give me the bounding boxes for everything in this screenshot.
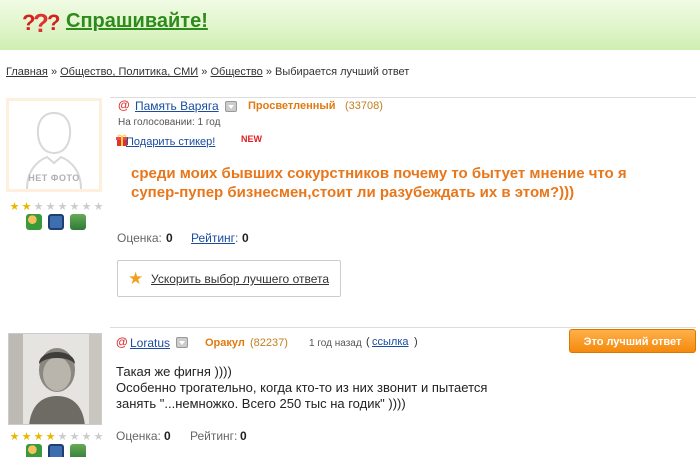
breadcrumb-link-society[interactable]: Общество	[210, 66, 262, 78]
user-profile-icon[interactable]	[26, 214, 42, 230]
answer-text-line: Такая же фигня ))))	[116, 364, 232, 379]
star-icon: ★	[69, 431, 80, 443]
star-icon: ★	[33, 431, 44, 443]
question-block: НЕТ ФОТО ★ ★ ★ ★ ★ ★ ★ ★ @ Память Варяга Просве…	[0, 92, 700, 314]
breadcrumb-separator: »	[265, 66, 272, 78]
answer-permalink[interactable]: ссылка	[372, 336, 409, 348]
star-icon: ★	[33, 201, 44, 213]
avatar-no-photo[interactable]: НЕТ ФОТО	[6, 98, 102, 192]
breadcrumb-separator: »	[201, 66, 208, 78]
paren-open: (	[366, 336, 370, 348]
answer-author-dropdown-icon[interactable]	[176, 337, 188, 348]
answer-rating-label: Рейтинг:	[190, 429, 238, 443]
answer-text: Такая же фигня )))) Особенно трогательно…	[116, 364, 556, 412]
star-icon: ★	[128, 269, 144, 288]
camera-icon[interactable]	[48, 444, 64, 457]
answer-author-rating-stars: ★ ★ ★ ★ ★ ★ ★ ★	[9, 432, 104, 443]
breadcrumb-separator: »	[50, 66, 58, 78]
divider	[110, 327, 696, 328]
user-rating-stars: ★ ★ ★ ★ ★ ★ ★ ★	[9, 202, 104, 213]
header-bar: ? ? ? Спрашивайте!	[0, 0, 700, 50]
no-photo-label: НЕТ ФОТО	[28, 173, 80, 183]
at-icon: @	[116, 335, 128, 349]
video-icon[interactable]	[70, 214, 86, 230]
user-icons-row	[26, 214, 86, 230]
star-icon: ★	[57, 431, 68, 443]
question-marks-logo-icon[interactable]: ? ? ?	[22, 6, 62, 36]
camera-icon[interactable]	[48, 214, 64, 230]
star-icon: ★	[69, 201, 80, 213]
breadcrumb-link-home[interactable]: Главная	[6, 66, 48, 78]
paren-close: )	[414, 336, 418, 348]
at-icon: @	[118, 98, 130, 112]
question-text: среди моих бывших сокурстников почему то…	[131, 165, 627, 201]
score-value: 0	[166, 231, 173, 245]
star-icon: ★	[45, 431, 56, 443]
rating-value: 0	[242, 231, 249, 245]
user-profile-icon[interactable]	[26, 444, 42, 457]
author-points: (33708)	[345, 100, 383, 112]
answer-author-link[interactable]: Loratus	[130, 336, 170, 350]
rating-colon: :	[235, 231, 239, 245]
star-icon: ★	[9, 201, 20, 213]
speed-up-label: Ускорить выбор лучшего ответа	[151, 272, 330, 286]
new-badge: NEW	[241, 134, 262, 144]
best-answer-button[interactable]: Это лучший ответ	[569, 329, 696, 353]
star-icon: ★	[93, 201, 104, 213]
answer-author-points: (82237)	[250, 337, 288, 349]
vote-time: На голосовании: 1 год	[118, 117, 221, 128]
star-icon: ★	[21, 431, 32, 443]
answer-author-avatar[interactable]	[8, 333, 102, 425]
author-dropdown-icon[interactable]	[225, 101, 237, 112]
breadcrumb: Главная » Общество, Политика, СМИ » Обще…	[6, 66, 409, 78]
avatar-photo-icon	[9, 334, 101, 424]
rating-link[interactable]: Рейтинг	[191, 231, 235, 245]
star-icon: ★	[45, 201, 56, 213]
question-author-link[interactable]: Память Варяга	[135, 99, 219, 113]
star-icon: ★	[93, 431, 104, 443]
star-icon: ★	[9, 431, 20, 443]
star-icon: ★	[81, 201, 92, 213]
site-title-link[interactable]: Спрашивайте!	[66, 10, 208, 33]
answer-rating-value: 0	[240, 429, 247, 443]
answer-score-label: Оценка:	[116, 429, 161, 443]
answer-score-value: 0	[164, 429, 171, 443]
video-icon[interactable]	[70, 444, 86, 457]
star-icon: ★	[81, 431, 92, 443]
breadcrumb-link-society-politics[interactable]: Общество, Политика, СМИ	[60, 66, 198, 78]
star-icon: ★	[57, 201, 68, 213]
answer-text-line: Особенно трогательно, когда кто-то из ни…	[116, 380, 488, 395]
svg-text:?: ?	[47, 10, 60, 35]
answer-user-icons-row	[26, 444, 86, 457]
score-label: Оценка:	[117, 231, 162, 245]
answer-time: 1 год назад	[309, 338, 362, 349]
speed-up-best-answer-button[interactable]: ★ Ускорить выбор лучшего ответа	[117, 260, 341, 297]
answer-text-line: занять "...немножко. Всего 250 тыс на го…	[116, 396, 406, 411]
author-rank: Просветленный	[248, 100, 336, 112]
divider	[110, 97, 696, 98]
breadcrumb-current: Выбирается лучший ответ	[275, 66, 410, 78]
gift-sticker-link[interactable]: Подарить стикер!	[126, 136, 215, 148]
star-icon: ★	[21, 201, 32, 213]
answer-author-rank: Оракул	[205, 337, 245, 349]
